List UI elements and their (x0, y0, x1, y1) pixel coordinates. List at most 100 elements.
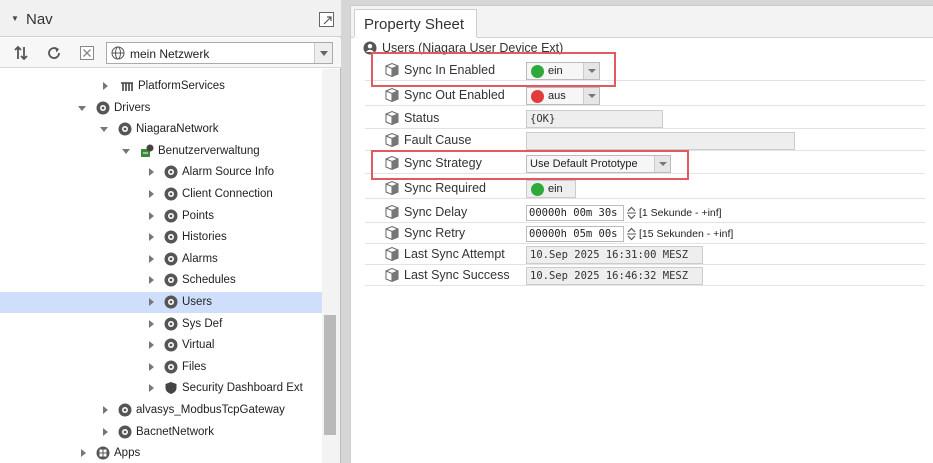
tree-item-benutzerverwaltung[interactable]: Benutzerverwaltung (0, 141, 322, 162)
prop-name: Fault Cause (404, 133, 472, 147)
popout-icon[interactable] (319, 12, 334, 27)
tree-item-client-connection[interactable]: Client Connection (0, 184, 322, 205)
prop-name: Sync Delay (404, 205, 468, 219)
collapsed-toggle-icon[interactable] (100, 405, 110, 415)
spinner-icon[interactable] (626, 227, 637, 241)
tree-item-users[interactable]: Users (0, 292, 322, 313)
tree-item-niagaranetwork[interactable]: NiagaraNetwork (0, 119, 322, 140)
expanded-toggle-icon[interactable] (122, 146, 132, 156)
collapsed-toggle-icon[interactable] (146, 383, 156, 393)
tree-item-schedules[interactable]: Schedules (0, 270, 322, 291)
row-fault-cause: Fault Cause (365, 130, 925, 151)
sync-required-value: ein (526, 180, 576, 198)
tree-item-label: PlatformServices (138, 80, 225, 92)
niagara-station-icon (140, 144, 154, 158)
collapsed-toggle-icon[interactable] (100, 427, 110, 437)
close-icon[interactable] (78, 44, 96, 62)
schedules-icon (164, 273, 178, 287)
network-icon (118, 425, 132, 439)
highlight-box (371, 52, 616, 87)
tree-item-label: Drivers (114, 101, 151, 114)
tree-item-label: Alarm Source Info (182, 166, 275, 179)
tree-item-points[interactable]: Points (0, 206, 322, 227)
sort-icon[interactable] (12, 44, 30, 62)
collapse-arrow-icon[interactable]: ▼ (11, 14, 19, 23)
collapsed-toggle-icon[interactable] (78, 448, 88, 458)
slot-icon (384, 110, 400, 126)
tree-item-platformservices[interactable]: PlatformServices (0, 76, 322, 97)
nav-header: ▼ Nav (0, 0, 341, 37)
tree-item-apps[interactable]: Apps (0, 443, 322, 463)
collapsed-toggle-icon[interactable] (146, 275, 156, 285)
collapsed-toggle-icon[interactable] (146, 189, 156, 199)
sync-retry-range: [15 Sekunden - +inf] (639, 227, 734, 240)
tree-item-histories[interactable]: Histories (0, 227, 322, 248)
chevron-down-icon[interactable] (314, 43, 332, 63)
nav-scrollbar[interactable] (322, 69, 340, 463)
collapsed-toggle-icon[interactable] (146, 362, 156, 372)
sync-delay-input[interactable]: 00000h 00m 30s (526, 204, 624, 221)
station-select-value: mein Netzwerk (130, 47, 210, 61)
sync-retry-input[interactable]: 00000h 05m 00s (526, 225, 624, 242)
tree-item-label: Points (182, 209, 214, 222)
slot-icon (384, 225, 400, 241)
tree-item-alvasys-modbustcpgateway[interactable]: alvasys_ModbusTcpGateway (0, 400, 322, 421)
collapsed-toggle-icon[interactable] (100, 81, 110, 91)
status-dot-icon (531, 183, 544, 196)
collapsed-toggle-icon[interactable] (146, 297, 156, 307)
chevron-down-icon[interactable] (583, 88, 599, 104)
files-icon (164, 360, 178, 374)
prop-name: Last Sync Success (404, 268, 510, 282)
collapsed-toggle-icon[interactable] (146, 232, 156, 242)
network-icon (118, 403, 132, 417)
spinner-icon[interactable] (626, 206, 637, 220)
tree-item-alarms[interactable]: Alarms (0, 249, 322, 270)
tree-item-files[interactable]: Files (0, 357, 322, 378)
refresh-icon[interactable] (45, 44, 63, 62)
alarms-icon (164, 252, 178, 266)
scrollbar-thumb[interactable] (324, 315, 336, 435)
fault-cause-value (526, 132, 795, 150)
tab-bar: Property Sheet (351, 6, 933, 39)
collapsed-toggle-icon[interactable] (146, 319, 156, 329)
virtual-icon (164, 338, 178, 352)
highlight-box (371, 150, 689, 180)
last-sync-attempt-value: 10.Sep 2025 16:31:00 MESZ (526, 246, 703, 264)
select-value: aus (548, 90, 566, 102)
tree-item-bacnetnetwork[interactable]: BacnetNetwork (0, 422, 322, 443)
tree-item-virtual[interactable]: Virtual (0, 335, 322, 356)
tree-item-label: Schedules (182, 274, 236, 287)
nav-toolbar: mein Netzwerk (0, 38, 341, 68)
collapsed-toggle-icon[interactable] (146, 254, 156, 264)
row-sync-out-enabled: Sync Out Enabled aus (365, 85, 925, 106)
tree-item-sys-def[interactable]: Sys Def (0, 314, 322, 335)
histories-icon (164, 230, 178, 244)
slot-icon (384, 246, 400, 262)
expanded-toggle-icon[interactable] (100, 124, 110, 134)
collapsed-toggle-icon[interactable] (146, 340, 156, 350)
globe-icon (111, 46, 125, 63)
tree-item-label: Virtual (182, 339, 215, 352)
collapsed-toggle-icon[interactable] (146, 211, 156, 221)
users-icon (164, 295, 178, 309)
station-select[interactable]: mein Netzwerk (106, 42, 333, 64)
slot-icon (384, 204, 400, 220)
prop-name: Status (404, 111, 440, 125)
sync-delay-editor: 00000h 00m 30s [1 Sekunde - +inf] (526, 204, 722, 221)
status-dot-icon (531, 90, 544, 103)
tree-item-security-dashboard-ext[interactable]: Security Dashboard Ext (0, 378, 322, 399)
last-sync-success-value: 10.Sep 2025 16:46:32 MESZ (526, 267, 703, 285)
sync-out-enabled-select[interactable]: aus (526, 87, 600, 105)
collapsed-toggle-icon[interactable] (146, 167, 156, 177)
tab-property-sheet[interactable]: Property Sheet (354, 9, 477, 39)
tree-item-drivers[interactable]: Drivers (0, 98, 322, 119)
tree-item-label: NiagaraNetwork (136, 123, 219, 136)
property-sheet-panel: Property Sheet Users (Niagara User Devic… (350, 5, 933, 463)
status-value: {OK} (526, 110, 663, 128)
tree-item-alarm-source-info[interactable]: Alarm Source Info (0, 162, 322, 183)
slot-icon (384, 180, 400, 196)
expanded-toggle-icon[interactable] (78, 103, 88, 113)
client-connection-icon (164, 187, 178, 201)
slot-icon (384, 132, 400, 148)
drivers-icon (96, 101, 110, 115)
